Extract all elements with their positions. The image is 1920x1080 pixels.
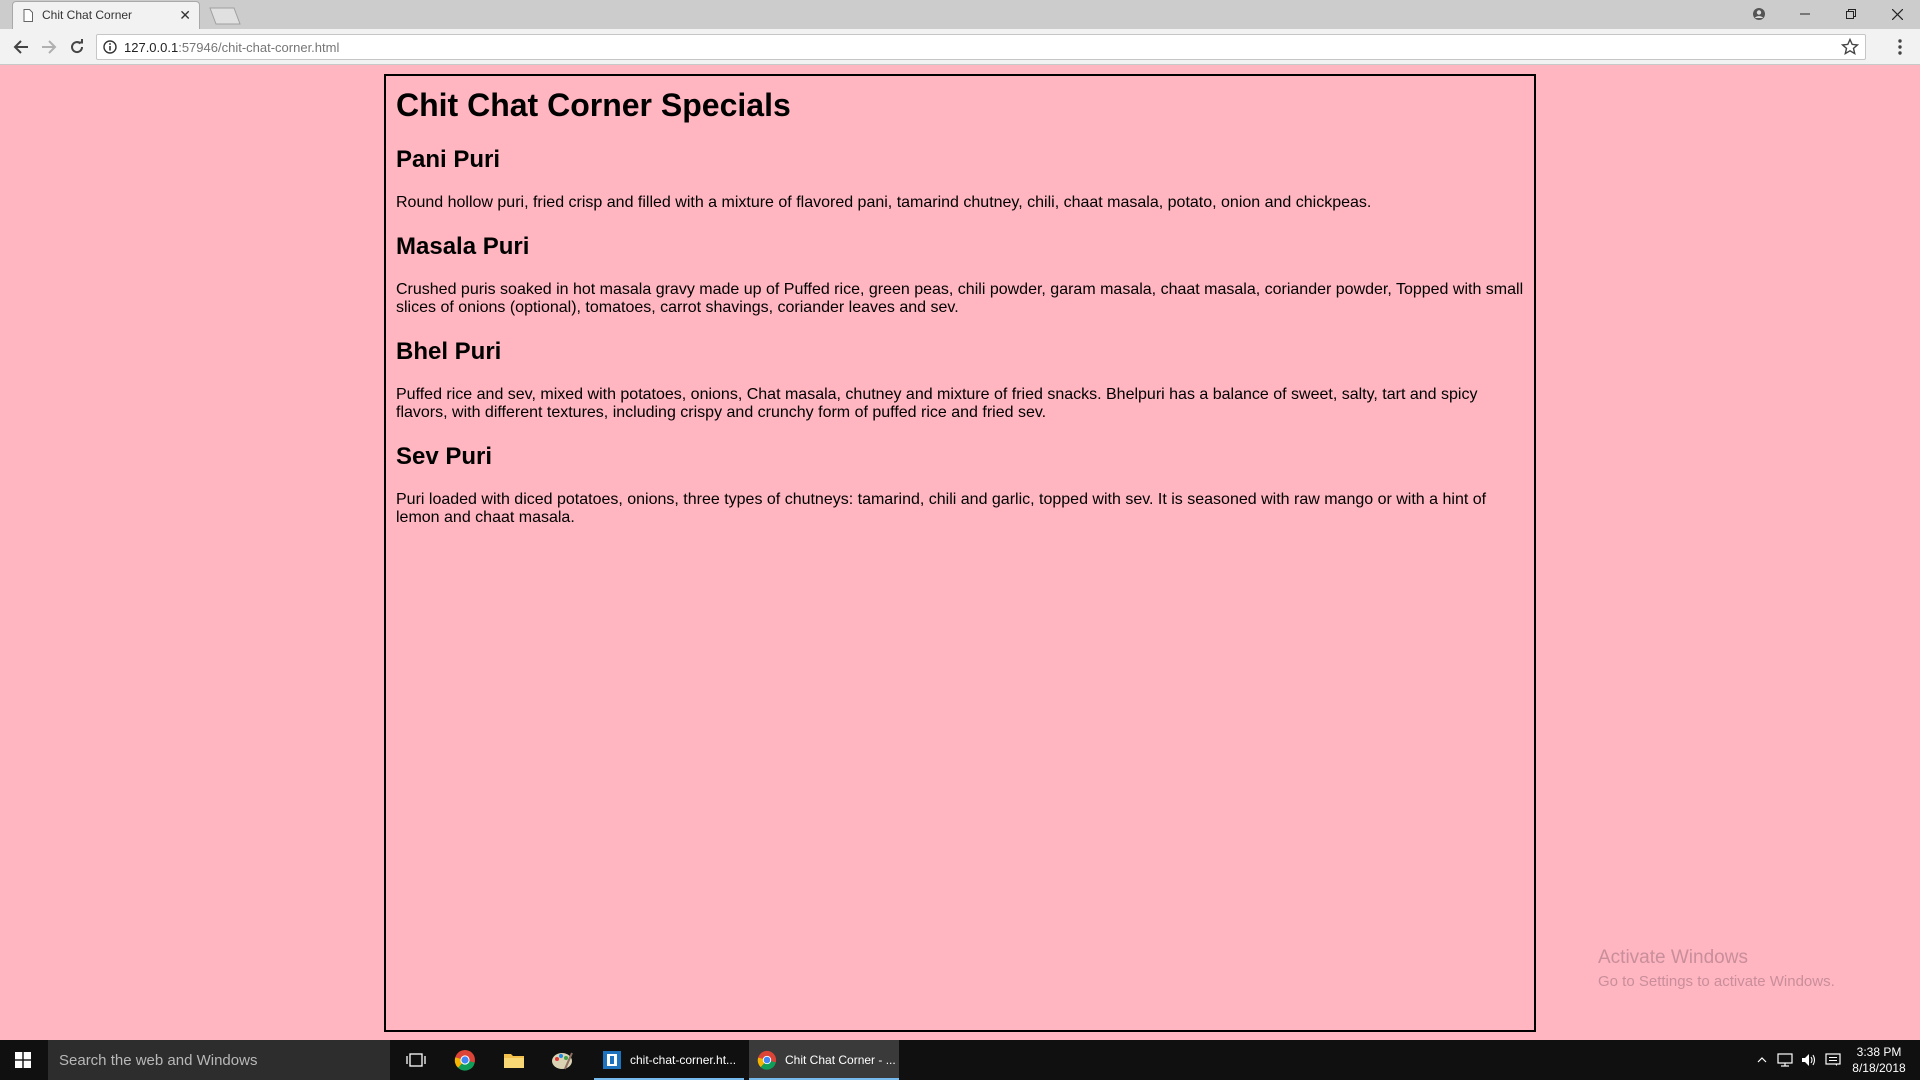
chrome-icon	[757, 1050, 777, 1070]
item-description: Puri loaded with diced potatoes, onions,…	[396, 491, 1487, 526]
url-text: 127.0.0.1:57946/chit-chat-corner.html	[124, 40, 340, 55]
item-name: Bhel Puri	[396, 338, 502, 365]
file-explorer-icon[interactable]	[490, 1040, 538, 1080]
browser-menu-icon[interactable]	[1890, 37, 1910, 57]
task-view-icon[interactable]	[392, 1040, 440, 1080]
item-name: Sev Puri	[396, 443, 493, 470]
tab-title: Chit Chat Corner	[42, 8, 133, 22]
profile-icon[interactable]	[1736, 0, 1782, 28]
tab-close-icon[interactable]: ✕	[179, 6, 191, 24]
windows-logo-icon	[15, 1052, 31, 1068]
network-icon[interactable]	[1774, 1040, 1796, 1080]
activate-windows-watermark: Activate Windows Go to Settings to activ…	[1598, 947, 1835, 990]
show-hidden-icons-chevron-icon[interactable]	[1752, 1040, 1772, 1080]
search-placeholder: Search the web and Windows	[59, 1052, 258, 1069]
close-window-button[interactable]	[1874, 0, 1920, 28]
forward-button[interactable]	[37, 35, 61, 59]
start-button[interactable]	[0, 1040, 46, 1080]
bookmark-star-icon[interactable]	[1841, 38, 1859, 56]
page-title: Chit Chat Corner Specials	[396, 87, 791, 123]
info-icon[interactable]	[103, 40, 117, 54]
taskbar-search-box[interactable]: Search the web and Windows	[48, 1040, 390, 1080]
editor-icon	[603, 1051, 621, 1069]
paint-icon[interactable]	[538, 1040, 586, 1080]
new-tab-button[interactable]	[208, 7, 242, 25]
browser-tab-strip: Chit Chat Corner ✕	[0, 0, 1920, 29]
restore-button[interactable]	[1828, 0, 1874, 28]
taskbar-app-chrome[interactable]: Chit Chat Corner - ...	[749, 1040, 899, 1080]
taskbar-app-label: chit-chat-corner.ht...	[630, 1053, 737, 1067]
back-button[interactable]	[9, 35, 33, 59]
browser-toolbar: 127.0.0.1:57946/chit-chat-corner.html	[0, 29, 1920, 65]
item-name: Pani Puri	[396, 146, 501, 173]
back-arrow-icon	[13, 40, 28, 54]
specials-container: Chit Chat Corner Specials Pani Puri Roun…	[384, 74, 1536, 1032]
clock-date: 8/18/2018	[1852, 1061, 1906, 1075]
volume-icon[interactable]	[1798, 1040, 1820, 1080]
watermark-title: Activate Windows	[1598, 947, 1748, 968]
taskbar-app-editor[interactable]: chit-chat-corner.ht...	[594, 1040, 744, 1080]
address-bar[interactable]: 127.0.0.1:57946/chit-chat-corner.html	[96, 34, 1866, 60]
item-description: Round hollow puri, fried crisp and fille…	[396, 194, 1372, 211]
browser-tab[interactable]: Chit Chat Corner ✕	[12, 1, 200, 29]
taskbar: Search the web and Windows chit-chat-cor…	[0, 1040, 1920, 1080]
page-icon	[23, 9, 33, 22]
reload-button[interactable]	[65, 35, 89, 59]
forward-arrow-icon	[42, 40, 57, 54]
taskbar-clock[interactable]: 3:38 PM 8/18/2018	[1846, 1044, 1912, 1076]
chrome-icon[interactable]	[441, 1040, 489, 1080]
watermark-subtitle: Go to Settings to activate Windows.	[1598, 973, 1835, 990]
action-center-icon[interactable]	[1822, 1040, 1844, 1080]
clock-time: 3:38 PM	[1856, 1045, 1902, 1059]
reload-icon	[71, 39, 84, 54]
item-name: Masala Puri	[396, 233, 530, 260]
item-description: Puffed rice and sev, mixed with potatoes…	[396, 386, 1478, 421]
item-description: Crushed puris soaked in hot masala gravy…	[396, 281, 1524, 316]
minimize-button[interactable]	[1782, 0, 1828, 28]
taskbar-app-label: Chit Chat Corner - ...	[785, 1053, 896, 1067]
